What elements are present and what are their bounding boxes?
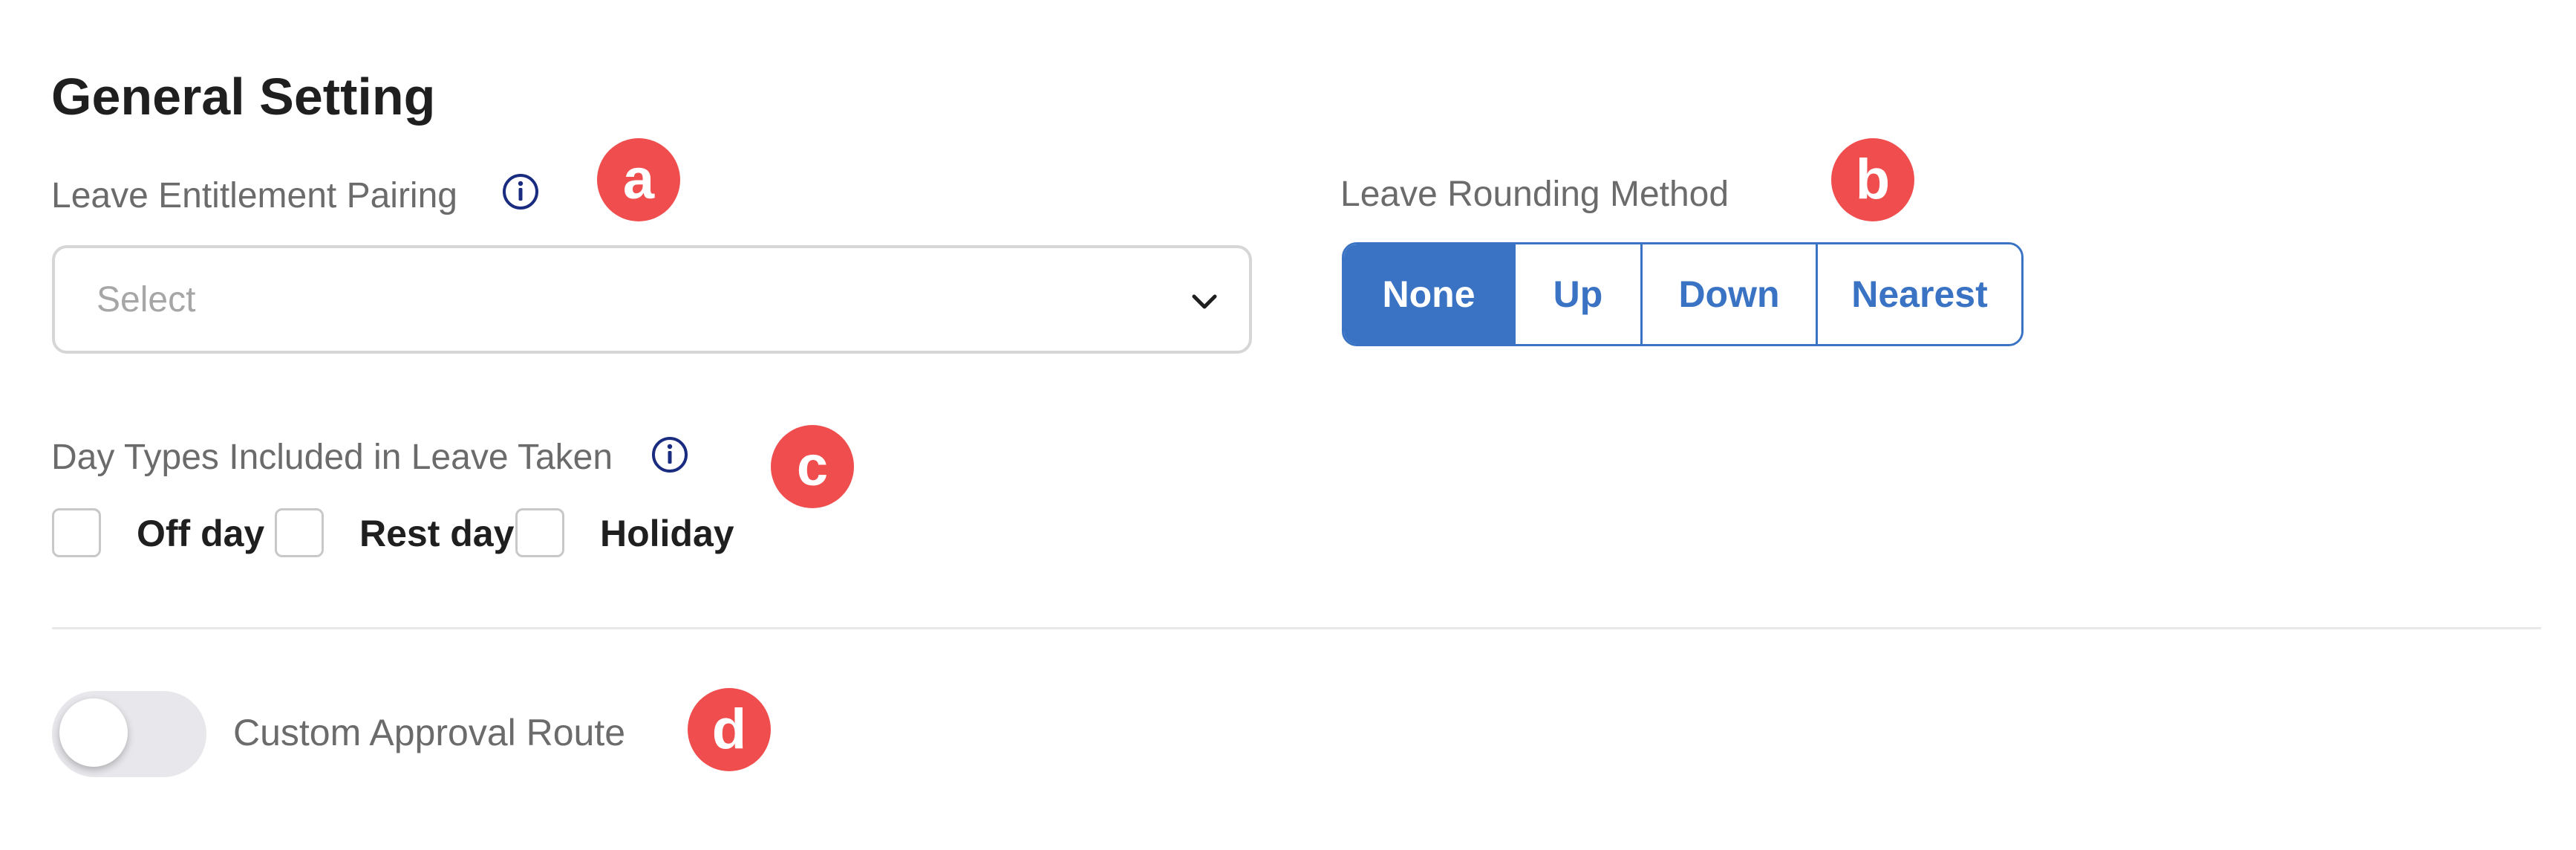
day-types-label: Day Types Included in Leave Taken — [51, 438, 613, 477]
rounding-option-nearest[interactable]: Nearest — [1816, 244, 2021, 344]
rest-day-checkbox[interactable] — [275, 508, 324, 557]
off-day-checkbox[interactable] — [52, 508, 101, 557]
callout-a: a — [597, 138, 680, 221]
chevron-down-icon — [1192, 294, 1217, 309]
leave-rounding-label: Leave Rounding Method — [1340, 175, 1729, 214]
callout-c: c — [771, 425, 854, 508]
callout-d: d — [688, 688, 771, 771]
select-placeholder: Select — [97, 280, 196, 319]
rest-day-label: Rest day — [359, 513, 515, 554]
rounding-option-up[interactable]: Up — [1513, 244, 1640, 344]
leave-entitlement-select[interactable]: Select — [52, 245, 1252, 354]
custom-approval-toggle[interactable] — [52, 691, 206, 777]
leave-rounding-segmented-control: None Up Down Nearest — [1342, 242, 2024, 346]
section-divider — [52, 627, 2541, 629]
info-icon[interactable] — [502, 173, 539, 210]
rounding-option-down[interactable]: Down — [1640, 244, 1816, 344]
off-day-label: Off day — [137, 513, 265, 554]
toggle-knob — [59, 698, 128, 767]
page-title: General Setting — [51, 68, 436, 126]
info-icon[interactable] — [651, 436, 688, 473]
holiday-label: Holiday — [600, 513, 734, 554]
rounding-option-none[interactable]: None — [1344, 244, 1513, 344]
leave-entitlement-label: Leave Entitlement Pairing — [51, 176, 457, 215]
callout-b: b — [1831, 138, 1914, 221]
custom-approval-label: Custom Approval Route — [233, 712, 626, 753]
holiday-checkbox[interactable] — [515, 508, 564, 557]
